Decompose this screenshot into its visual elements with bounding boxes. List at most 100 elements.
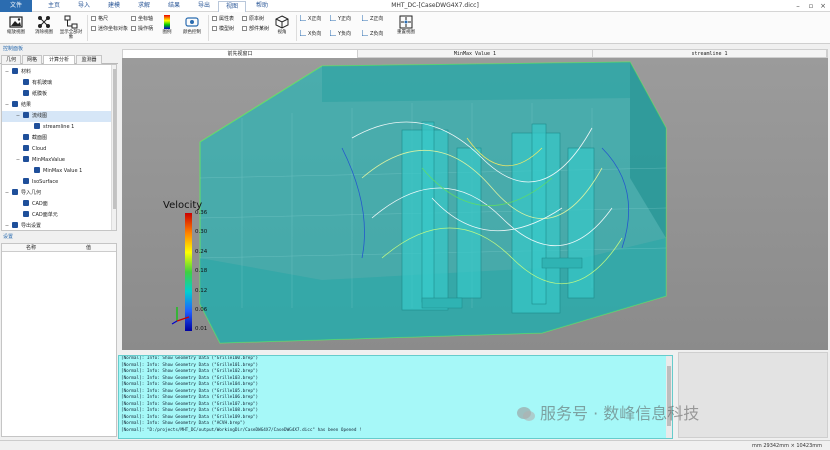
wechat-icon bbox=[517, 407, 535, 421]
tree-item-label: MinMax Value 1 bbox=[43, 168, 83, 174]
model-tree-checkbox[interactable]: 模型树 bbox=[212, 25, 234, 33]
settings-header: 设置 bbox=[3, 234, 14, 240]
tab-main-viewport[interactable]: 前先视窗口 bbox=[123, 50, 358, 58]
tree-node-icon bbox=[23, 112, 29, 118]
menu-tab-export[interactable]: 导出 bbox=[190, 0, 218, 12]
tab-streamline[interactable]: streamline 1 bbox=[593, 50, 827, 58]
tab-geometry[interactable]: 几何 bbox=[1, 55, 21, 64]
tree-item[interactable]: − 导入几何 bbox=[2, 188, 112, 199]
zoom-view-button[interactable]: 缩放视图 bbox=[4, 14, 28, 42]
view-tabs: 前先视窗口 MinMax Value 1 streamline 1 bbox=[122, 49, 828, 58]
tab-monitor[interactable]: 监测器 bbox=[76, 55, 102, 64]
x-negative-view-button[interactable]: X负向 bbox=[299, 30, 321, 38]
tree-node-icon bbox=[23, 90, 29, 96]
tree-node-icon bbox=[12, 68, 18, 74]
menu-tab-import[interactable]: 导入 bbox=[70, 0, 98, 12]
tree-toggle-icon[interactable]: − bbox=[15, 111, 21, 122]
tree-item[interactable]: MinMax Value 1 bbox=[2, 166, 112, 177]
menu-tab-help[interactable]: 帮助 bbox=[248, 0, 276, 12]
tab-minmax-value[interactable]: MinMax Value 1 bbox=[358, 50, 593, 58]
y-positive-view-button[interactable]: Y正向 bbox=[329, 15, 351, 23]
tree-item[interactable]: 有机玻璃 bbox=[2, 78, 112, 89]
tree-scrollbar-thumb[interactable] bbox=[113, 69, 116, 209]
legend-tick: 0.01 bbox=[195, 326, 208, 332]
tree-item[interactable]: 纸膜板 bbox=[2, 89, 112, 100]
tree-item-label: 截面图 bbox=[32, 135, 48, 141]
axis-view-icon bbox=[329, 30, 336, 37]
property-table-checkbox[interactable]: 属性表 bbox=[212, 15, 234, 23]
view-angle-button[interactable]: 视角 bbox=[270, 14, 294, 42]
tree-item[interactable]: 截面图 bbox=[2, 133, 112, 144]
part-tree-checkbox[interactable]: 部件某树 bbox=[242, 25, 269, 33]
column-value: 值 bbox=[86, 245, 92, 251]
tree-toggle-icon[interactable]: − bbox=[4, 221, 10, 230]
tree-scrollbar[interactable] bbox=[111, 65, 116, 230]
cube-icon bbox=[275, 15, 289, 29]
tree-item[interactable]: IsoSurface bbox=[2, 177, 112, 188]
axis-view-icon bbox=[299, 30, 306, 37]
tab-mesh[interactable]: 网格 bbox=[22, 55, 42, 64]
axis-view-icon bbox=[361, 30, 368, 37]
tree-node-icon bbox=[23, 156, 29, 162]
clear-view-button[interactable]: 消除视图 bbox=[32, 14, 56, 42]
menu-tab-solve[interactable]: 求解 bbox=[130, 0, 158, 12]
tree-item[interactable]: − 导出设置 bbox=[2, 221, 112, 230]
color-control-button[interactable]: 颜色控制 bbox=[179, 14, 205, 42]
axis-view-icon bbox=[299, 15, 306, 22]
minimize-icon[interactable]: – bbox=[792, 1, 804, 11]
tree-item[interactable]: − 结果 bbox=[2, 100, 112, 111]
tree-item[interactable]: − 流线图 bbox=[2, 111, 112, 122]
tree-item[interactable]: CAD面 bbox=[2, 199, 112, 210]
tree-item[interactable]: − 材料 bbox=[2, 67, 112, 78]
console-line: [Normal]: Info: Show Geometry Data ("Gri… bbox=[121, 395, 259, 400]
x-positive-view-button[interactable]: X正向 bbox=[299, 15, 321, 23]
tree-item[interactable]: − MinMaxValue bbox=[2, 155, 112, 166]
legend-tick: 0.18 bbox=[195, 268, 208, 274]
color-scale-icon bbox=[160, 15, 174, 29]
z-positive-view-button[interactable]: Z正向 bbox=[361, 15, 383, 23]
console-scrollbar[interactable] bbox=[666, 356, 672, 438]
source-tree-checkbox[interactable]: 原本树 bbox=[242, 15, 264, 23]
y-negative-view-button[interactable]: Y负向 bbox=[329, 30, 351, 38]
tree-toggle-icon[interactable]: − bbox=[4, 100, 10, 111]
legend-tick: 0.24 bbox=[195, 249, 208, 255]
menu-tab-view[interactable]: 视图 bbox=[218, 1, 246, 12]
maximize-icon[interactable]: ▫ bbox=[805, 1, 817, 11]
tree-toggle-icon[interactable]: − bbox=[4, 67, 10, 78]
tree-item[interactable]: CAD面单元 bbox=[2, 210, 112, 221]
tree-toggle-icon[interactable]: − bbox=[4, 188, 10, 199]
menu-tab-file[interactable]: 文件 bbox=[0, 0, 32, 12]
console-line: [Normal]: Info: Show Geometry Data ("Gri… bbox=[121, 408, 259, 413]
console-line: [Normal]: Info: Show Geometry Data ("Gri… bbox=[121, 369, 259, 374]
menu-tab-results[interactable]: 结果 bbox=[160, 0, 188, 12]
legend-tick: 0.36 bbox=[195, 210, 208, 216]
tree-item[interactable]: Cloud bbox=[2, 144, 112, 155]
axis-checkbox[interactable]: 坐标轴 bbox=[131, 15, 153, 23]
legend-tick: 0.06 bbox=[195, 307, 208, 313]
tree-item-label: 纸膜板 bbox=[32, 91, 48, 97]
close-icon[interactable]: × bbox=[817, 1, 829, 11]
console-line: [Normal]: Info: Show Geometry Data ("Gri… bbox=[121, 356, 259, 361]
tree-toggle-icon[interactable]: − bbox=[15, 155, 21, 166]
show-all-objects-button[interactable]: 显示全部对象 bbox=[59, 14, 83, 42]
output-console[interactable]: [Normal]: Info: Show Geometry Data ("Gri… bbox=[118, 355, 673, 439]
tree-item-label: MinMaxValue bbox=[32, 157, 65, 163]
axis-view-icon bbox=[361, 15, 368, 22]
status-bar: mm 29342mm × 10423mm bbox=[0, 440, 830, 450]
handle-checkbox[interactable]: 操作柄 bbox=[131, 25, 153, 33]
model-tree: − 材料 有机玻璃 纸膜板 − 结果 − 流线图 streamline 1 截面图 Cloud − Mi… bbox=[1, 64, 117, 231]
tree-item-label: 流线图 bbox=[32, 113, 48, 119]
settings-table-header: 名称 值 bbox=[2, 244, 116, 252]
menu-tab-home[interactable]: 主页 bbox=[40, 0, 68, 12]
menu-tab-modeling[interactable]: 建模 bbox=[100, 0, 128, 12]
mini-axis-checkbox[interactable]: 迷你坐标对象 bbox=[91, 25, 128, 33]
ruler-checkbox[interactable]: 格尺 bbox=[91, 15, 108, 23]
side-panel bbox=[678, 352, 828, 438]
reset-view-button[interactable]: 重置视图 bbox=[394, 14, 418, 42]
app-window: 文件 主页 导入 建模 求解 结果 导出 视图 帮助 MHT_DC-[CaseD… bbox=[0, 0, 830, 450]
legend-button[interactable]: 图例 bbox=[155, 14, 179, 42]
column-name: 名称 bbox=[26, 245, 37, 251]
tree-item[interactable]: streamline 1 bbox=[2, 122, 112, 133]
z-negative-view-button[interactable]: Z负向 bbox=[361, 30, 383, 38]
3d-viewport[interactable] bbox=[122, 58, 828, 350]
